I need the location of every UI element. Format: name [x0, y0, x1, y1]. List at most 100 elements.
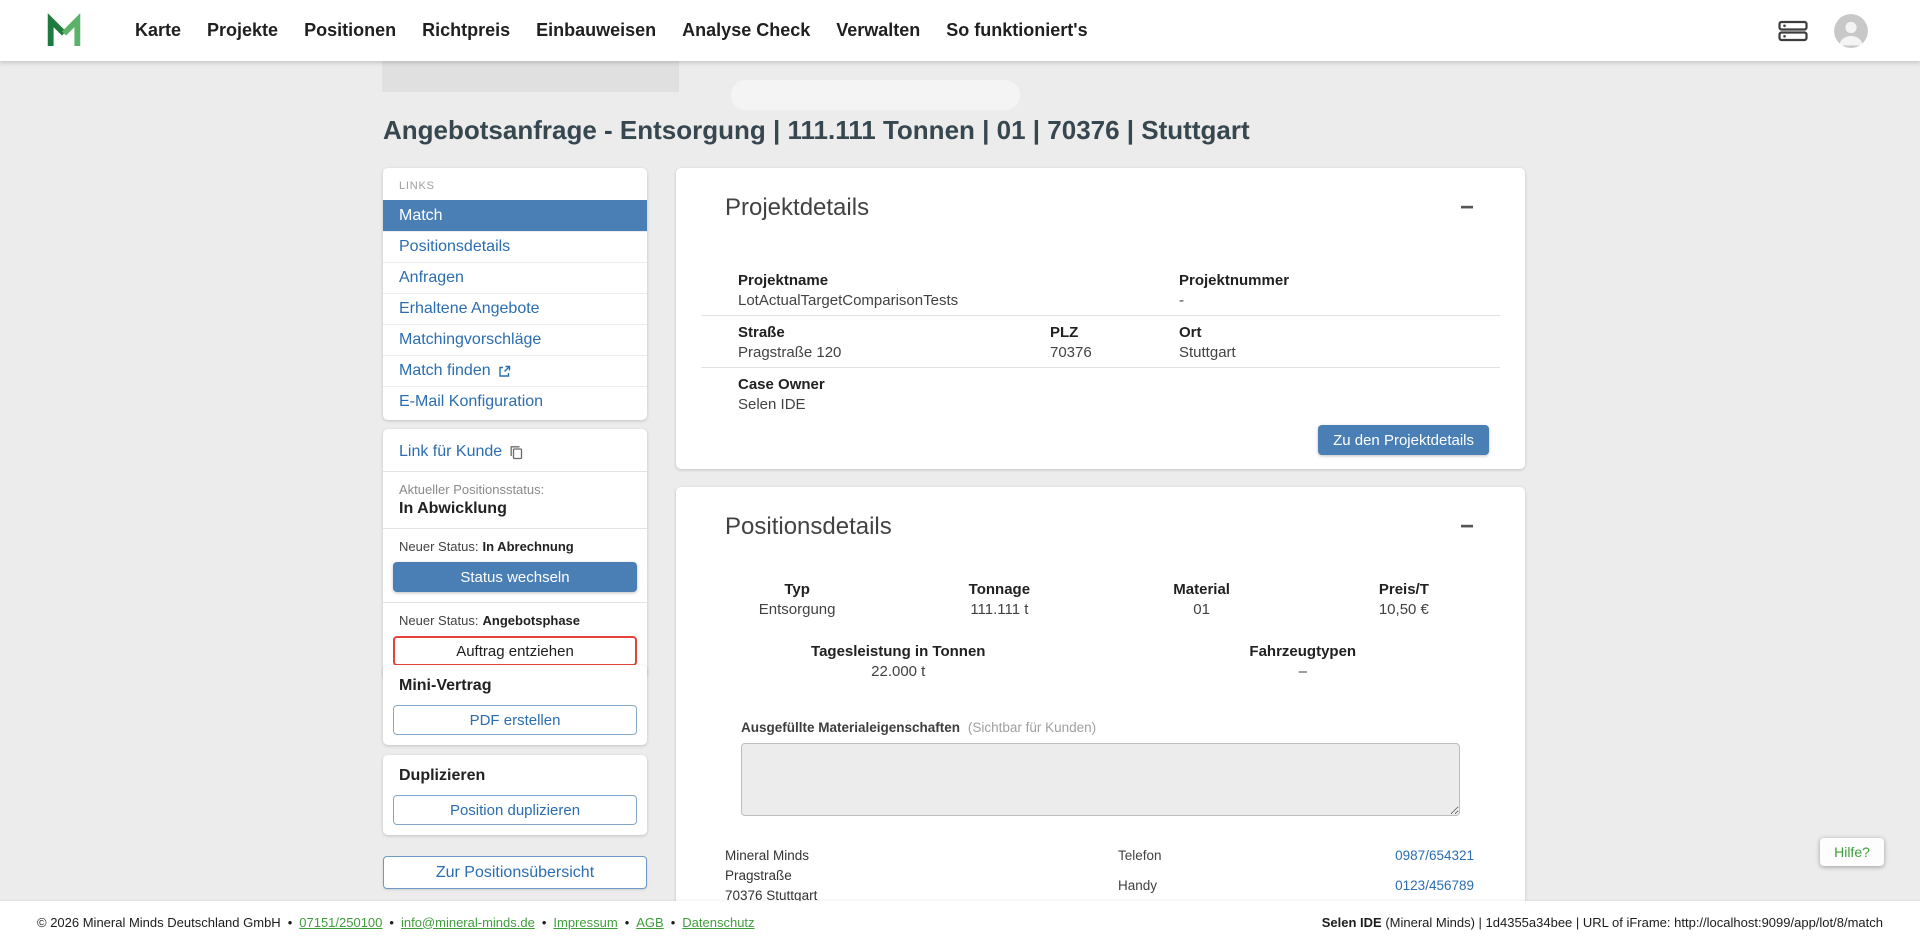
session-info: Selen IDE (Mineral Minds) | 1d4355a34bee… — [1322, 915, 1883, 930]
footer-link-impressum[interactable]: Impressum — [553, 915, 617, 930]
divider — [383, 528, 647, 529]
field-value: Selen IDE — [738, 396, 1500, 413]
next-status-label: Neuer Status: — [399, 539, 479, 554]
nav-item-richtpreis[interactable]: Richtpreis — [409, 0, 523, 61]
field-case-owner: Case Owner Selen IDE — [738, 376, 1500, 414]
field-value: - — [1179, 292, 1500, 309]
material-properties-label: Ausgefüllte Materialeigenschaften (Sicht… — [741, 720, 1525, 735]
duplicate-position-button[interactable]: Position duplizieren — [393, 795, 637, 825]
mobile-link[interactable]: 0123/456789 — [1395, 876, 1474, 896]
field-label: Projektnummer — [1179, 272, 1500, 289]
next-status-value: Angebotsphase — [483, 613, 581, 628]
server-icon[interactable] — [1778, 20, 1808, 42]
stat-value: 01 — [1101, 601, 1303, 618]
position-stats-row-2: Tagesleistung in Tonnen 22.000 t Fahrzeu… — [696, 643, 1505, 680]
field-value: Pragstraße 120 — [738, 344, 1050, 361]
withdraw-order-button[interactable]: Auftrag entziehen — [393, 636, 637, 666]
card-header: Projektdetails − — [676, 168, 1525, 222]
separator-dot: • — [288, 915, 293, 930]
mobile-label: Handy — [1118, 876, 1157, 896]
sidebar-item-label: Anfragen — [399, 269, 464, 287]
stat-label: Typ — [696, 581, 898, 598]
duplicate-card: Duplizieren Position duplizieren — [383, 755, 647, 835]
field-plz: PLZ 70376 — [1050, 324, 1179, 361]
loading-placeholder-pill — [731, 80, 1020, 110]
stat-value: 111.111 t — [898, 601, 1100, 618]
nav-item-projekte[interactable]: Projekte — [194, 0, 291, 61]
customer-link[interactable]: Link für Kunde — [393, 439, 637, 471]
field-projektnummer: Projektnummer - — [1179, 272, 1500, 309]
field-label: Projektname — [738, 272, 1179, 289]
phone-label: Telefon — [1118, 846, 1162, 866]
company-address: Mineral Minds Pragstraße 70376 Stuttgart — [725, 846, 1118, 906]
next-status-line-2: Neuer Status:Angebotsphase — [399, 613, 631, 628]
material-properties-hint: (Sichtbar für Kunden) — [968, 720, 1096, 735]
mini-contract-title: Mini-Vertrag — [399, 677, 631, 695]
sidebar-item-positionsdetails[interactable]: Positionsdetails — [383, 231, 647, 262]
footer: © 2026 Mineral Minds Deutschland GmbH • … — [0, 901, 1920, 943]
contact-block: Mineral Minds Pragstraße 70376 Stuttgart… — [725, 846, 1474, 906]
phone-row: Telefon 0987/654321 — [1118, 846, 1474, 866]
separator-dot: • — [625, 915, 630, 930]
user-avatar[interactable] — [1834, 14, 1868, 48]
mobile-row: Handy 0123/456789 — [1118, 876, 1474, 896]
sidebar-item-label: Positionsdetails — [399, 238, 510, 256]
footer-link-phone[interactable]: 07151/250100 — [299, 915, 382, 930]
position-overview-button[interactable]: Zur Positionsübersicht — [383, 856, 647, 889]
mineral-minds-logo[interactable] — [44, 11, 84, 51]
field-value: 70376 — [1050, 344, 1179, 361]
nav-item-karte[interactable]: Karte — [122, 0, 194, 61]
logo-m-icon — [44, 11, 84, 51]
separator-dot: • — [542, 915, 547, 930]
material-properties-textarea[interactable] — [741, 743, 1460, 816]
footer-link-datenschutz[interactable]: Datenschutz — [682, 915, 754, 930]
sidebar-item-email-konfiguration[interactable]: E-Mail Konfiguration — [383, 386, 647, 417]
nav-item-positionen[interactable]: Positionen — [291, 0, 409, 61]
page-title: Angebotsanfrage - Entsorgung | 111.111 T… — [383, 115, 1250, 146]
sidebar-item-erhaltene-angebote[interactable]: Erhaltene Angebote — [383, 293, 647, 324]
field-row: Projektname LotActualTargetComparisonTes… — [701, 264, 1500, 316]
pdf-create-button[interactable]: PDF erstellen — [393, 705, 637, 735]
stat-fahrzeugtypen: Fahrzeugtypen – — [1101, 643, 1506, 680]
positionsdetails-card: Positionsdetails − Typ Entsorgung Tonnag… — [676, 487, 1525, 943]
collapse-icon[interactable]: − — [1460, 194, 1474, 222]
top-navbar: Karte Projekte Positionen Richtpreis Ein… — [0, 0, 1920, 61]
field-projektname: Projektname LotActualTargetComparisonTes… — [738, 272, 1179, 309]
stat-label: Tonnage — [898, 581, 1100, 598]
card-header: Positionsdetails − — [676, 487, 1525, 541]
footer-link-agb[interactable]: AGB — [636, 915, 663, 930]
customer-link-label: Link für Kunde — [399, 443, 502, 461]
nav-item-analyse-check[interactable]: Analyse Check — [669, 0, 823, 61]
session-details: (Mineral Minds) | 1d4355a34bee | URL of … — [1382, 915, 1883, 930]
next-status-value: In Abrechnung — [483, 539, 574, 554]
sidebar-item-match-finden[interactable]: Match finden — [383, 355, 647, 386]
status-card: Link für Kunde Aktueller Positionsstatus… — [383, 429, 647, 678]
sidebar-item-anfragen[interactable]: Anfragen — [383, 262, 647, 293]
duplicate-title: Duplizieren — [399, 767, 631, 785]
to-project-details-button[interactable]: Zu den Projektdetails — [1318, 425, 1489, 455]
nav-item-verwalten[interactable]: Verwalten — [823, 0, 933, 61]
nav-item-einbauweisen[interactable]: Einbauweisen — [523, 0, 669, 61]
sidebar-item-match[interactable]: Match — [383, 200, 647, 231]
status-change-button[interactable]: Status wechseln — [393, 562, 637, 592]
stat-value: 10,50 € — [1303, 601, 1505, 618]
sidebar-item-matchingvorschlaege[interactable]: Matchingvorschläge — [383, 324, 647, 355]
field-strasse: Straße Pragstraße 120 — [738, 324, 1050, 361]
current-status-label: Aktueller Positionsstatus: — [399, 482, 631, 497]
divider — [383, 471, 647, 472]
stat-value: Entsorgung — [696, 601, 898, 618]
positionsdetails-title: Positionsdetails — [725, 513, 892, 541]
separator-dot: • — [389, 915, 394, 930]
separator-dot: • — [671, 915, 676, 930]
stat-label: Tagesleistung in Tonnen — [696, 643, 1101, 660]
collapse-icon[interactable]: − — [1460, 513, 1474, 541]
material-properties-label-bold: Ausgefüllte Materialeigenschaften — [741, 720, 960, 735]
session-user: Selen IDE — [1322, 915, 1382, 930]
sidebar-item-label: Match finden — [399, 362, 491, 380]
field-value: Stuttgart — [1179, 344, 1500, 361]
company-street: Pragstraße — [725, 866, 1118, 886]
phone-link[interactable]: 0987/654321 — [1395, 846, 1474, 866]
nav-item-so-funktionierts[interactable]: So funktioniert's — [933, 0, 1100, 61]
help-button[interactable]: Hilfe? — [1820, 838, 1884, 866]
footer-link-email[interactable]: info@mineral-minds.de — [401, 915, 535, 930]
